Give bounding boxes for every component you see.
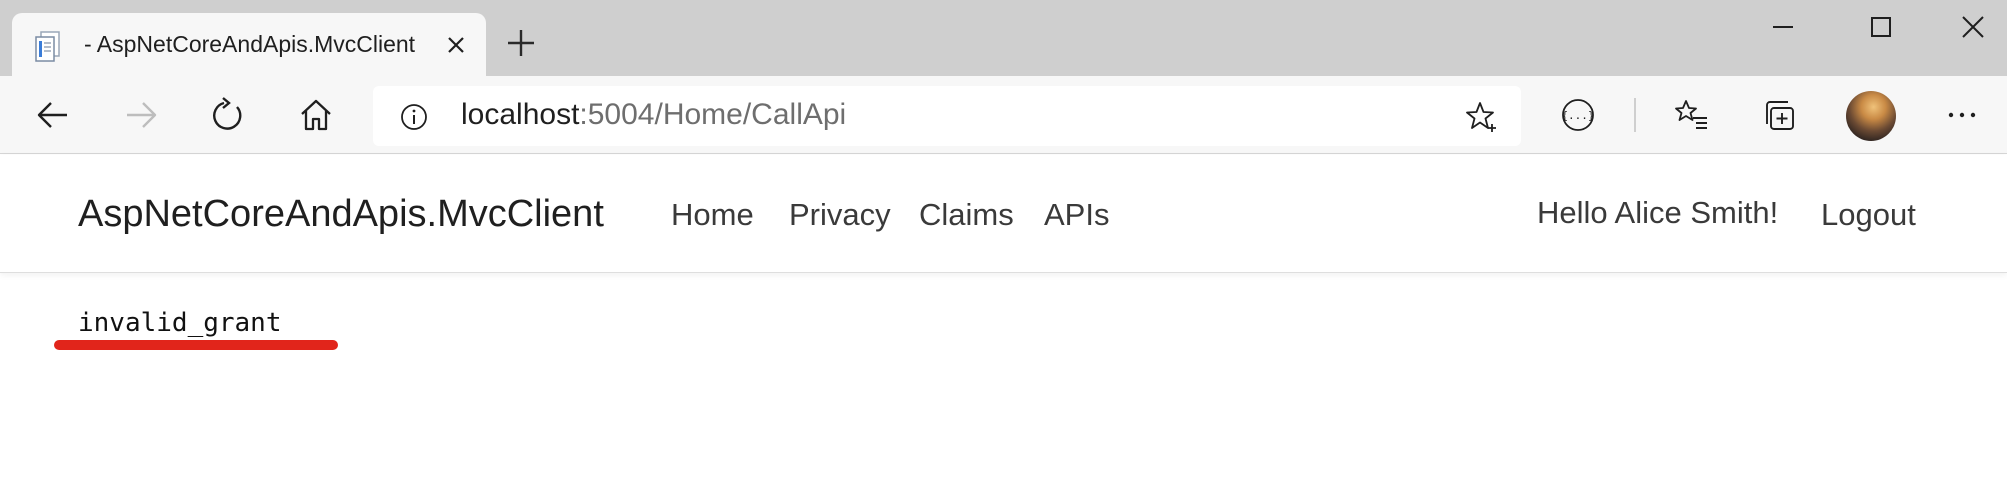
profile-avatar[interactable] [1846,91,1896,141]
api-response-text: invalid_grant [78,308,282,338]
minimize-icon[interactable] [1768,12,1798,42]
add-favorite-icon[interactable] [1465,100,1499,134]
logout-link[interactable]: Logout [1821,197,1916,233]
url-text[interactable]: localhost:5004/Home/CallApi [461,98,846,132]
nav-apis[interactable]: APIs [1044,197,1109,233]
page-icon [34,30,64,62]
new-tab-icon[interactable] [505,27,537,59]
toolbar-divider [1634,98,1636,132]
site-navbar: AspNetCoreAndApis.MvcClient Home Privacy… [0,155,2007,273]
site-brand[interactable]: AspNetCoreAndApis.MvcClient [78,193,604,236]
more-icon[interactable] [1940,93,1984,137]
collections-icon[interactable] [1758,93,1802,137]
nav-claims[interactable]: Claims [919,197,1014,233]
url-path: :5004/Home/CallApi [579,98,847,131]
svg-text:{...}: {...} [1561,109,1594,122]
user-greeting: Hello Alice Smith! [1537,195,1779,230]
back-icon[interactable] [31,93,75,137]
nav-privacy[interactable]: Privacy [789,197,891,233]
favorites-icon[interactable] [1670,93,1714,137]
browser-tab[interactable]: - AspNetCoreAndApis.MvcClient [12,13,486,76]
home-icon[interactable] [294,93,338,137]
tab-strip: - AspNetCoreAndApis.MvcClient [0,0,2007,76]
browser-window: - AspNetCoreAndApis.MvcClient localhost:… [0,0,2007,485]
refresh-icon[interactable] [206,93,250,137]
address-bar[interactable]: localhost:5004/Home/CallApi [373,86,1521,146]
extension-icon[interactable]: {...} [1556,93,1600,137]
tab-title: - AspNetCoreAndApis.MvcClient [84,31,416,57]
nav-home[interactable]: Home [671,197,754,233]
maximize-icon[interactable] [1866,12,1896,42]
browser-toolbar: localhost:5004/Home/CallApi {...} [0,76,2007,154]
forward-icon[interactable] [119,93,163,137]
tab-close-icon[interactable] [444,33,468,57]
highlight-underline [54,340,338,350]
close-icon[interactable] [1958,12,1988,42]
url-host: localhost [461,98,580,131]
info-icon[interactable] [399,102,429,132]
